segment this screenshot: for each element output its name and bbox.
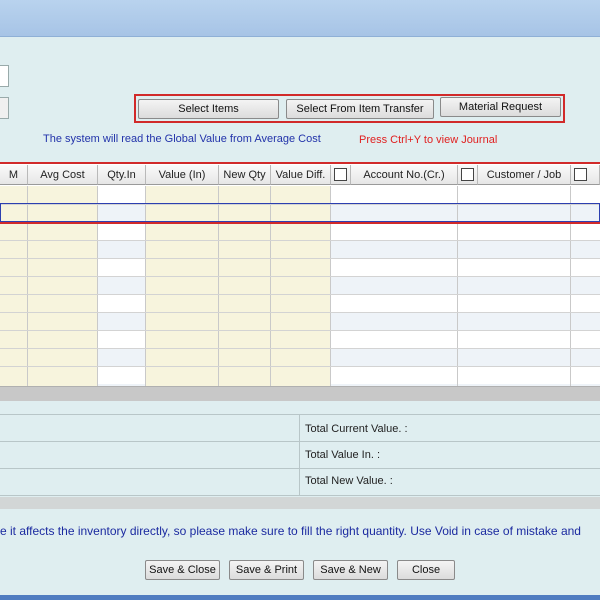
journal-hint: Press Ctrl+Y to view Journal xyxy=(359,134,498,146)
selected-row-red-marker xyxy=(0,222,600,224)
col-header-uom[interactable]: M xyxy=(0,165,28,185)
col-header-customer-checkbox[interactable] xyxy=(458,165,478,185)
grid-row-line xyxy=(0,312,600,313)
total-value-in-label: Total Value In. : xyxy=(305,449,381,461)
col-header-account-no[interactable]: Account No.(Cr.) xyxy=(351,165,458,185)
col-header-value-diff[interactable]: Value Diff. xyxy=(271,165,331,185)
grid-row-line xyxy=(0,330,600,331)
col-header-customer-job[interactable]: Customer / Job xyxy=(478,165,571,185)
totals-divider xyxy=(0,414,600,415)
totals-panel xyxy=(0,414,600,495)
checkbox-icon[interactable] xyxy=(574,168,587,181)
inventory-warning-text: e it affects the inventory directly, so … xyxy=(0,524,581,538)
global-value-note: The system will read the Global Value fr… xyxy=(43,133,321,145)
grid-highlight-border xyxy=(0,162,600,164)
checkbox-icon[interactable] xyxy=(334,168,347,181)
close-button[interactable]: Close xyxy=(397,560,455,580)
select-from-item-transfer-button[interactable]: Select From Item Transfer xyxy=(286,99,434,119)
totals-divider xyxy=(0,495,600,496)
totals-vertical-divider xyxy=(299,414,300,495)
header-field-stub-1[interactable] xyxy=(0,65,9,87)
grid-row-line xyxy=(0,258,600,259)
grid-horizontal-scrollbar[interactable] xyxy=(0,386,600,401)
material-request-button[interactable]: Material Request xyxy=(440,97,561,117)
total-new-value-label: Total New Value. : xyxy=(305,475,393,487)
grid-row-line xyxy=(0,348,600,349)
totals-divider xyxy=(0,468,600,469)
save-print-button[interactable]: Save & Print xyxy=(229,560,304,580)
col-header-qty-in[interactable]: Qty.In xyxy=(98,165,146,185)
save-close-button[interactable]: Save & Close xyxy=(145,560,220,580)
window-bottom-border xyxy=(0,595,600,600)
col-header-extra-checkbox[interactable] xyxy=(571,165,600,185)
header-field-stub-2[interactable] xyxy=(0,97,9,119)
col-header-account-checkbox[interactable] xyxy=(331,165,351,185)
selected-grid-row[interactable] xyxy=(0,203,600,222)
col-header-new-qty[interactable]: New Qty xyxy=(219,165,271,185)
totals-divider xyxy=(0,441,600,442)
grid-row-line xyxy=(0,366,600,367)
col-header-avg-cost[interactable]: Avg Cost xyxy=(28,165,98,185)
checkbox-icon[interactable] xyxy=(461,168,474,181)
grid-row-line xyxy=(0,276,600,277)
select-items-button[interactable]: Select Items xyxy=(138,99,279,119)
window-titlebar xyxy=(0,0,600,37)
total-current-value-label: Total Current Value. : xyxy=(305,423,408,435)
save-new-button[interactable]: Save & New xyxy=(313,560,388,580)
col-header-value-in[interactable]: Value (In) xyxy=(146,165,219,185)
footer-separator xyxy=(0,497,600,509)
grid-row-line xyxy=(0,240,600,241)
grid-row-line xyxy=(0,294,600,295)
